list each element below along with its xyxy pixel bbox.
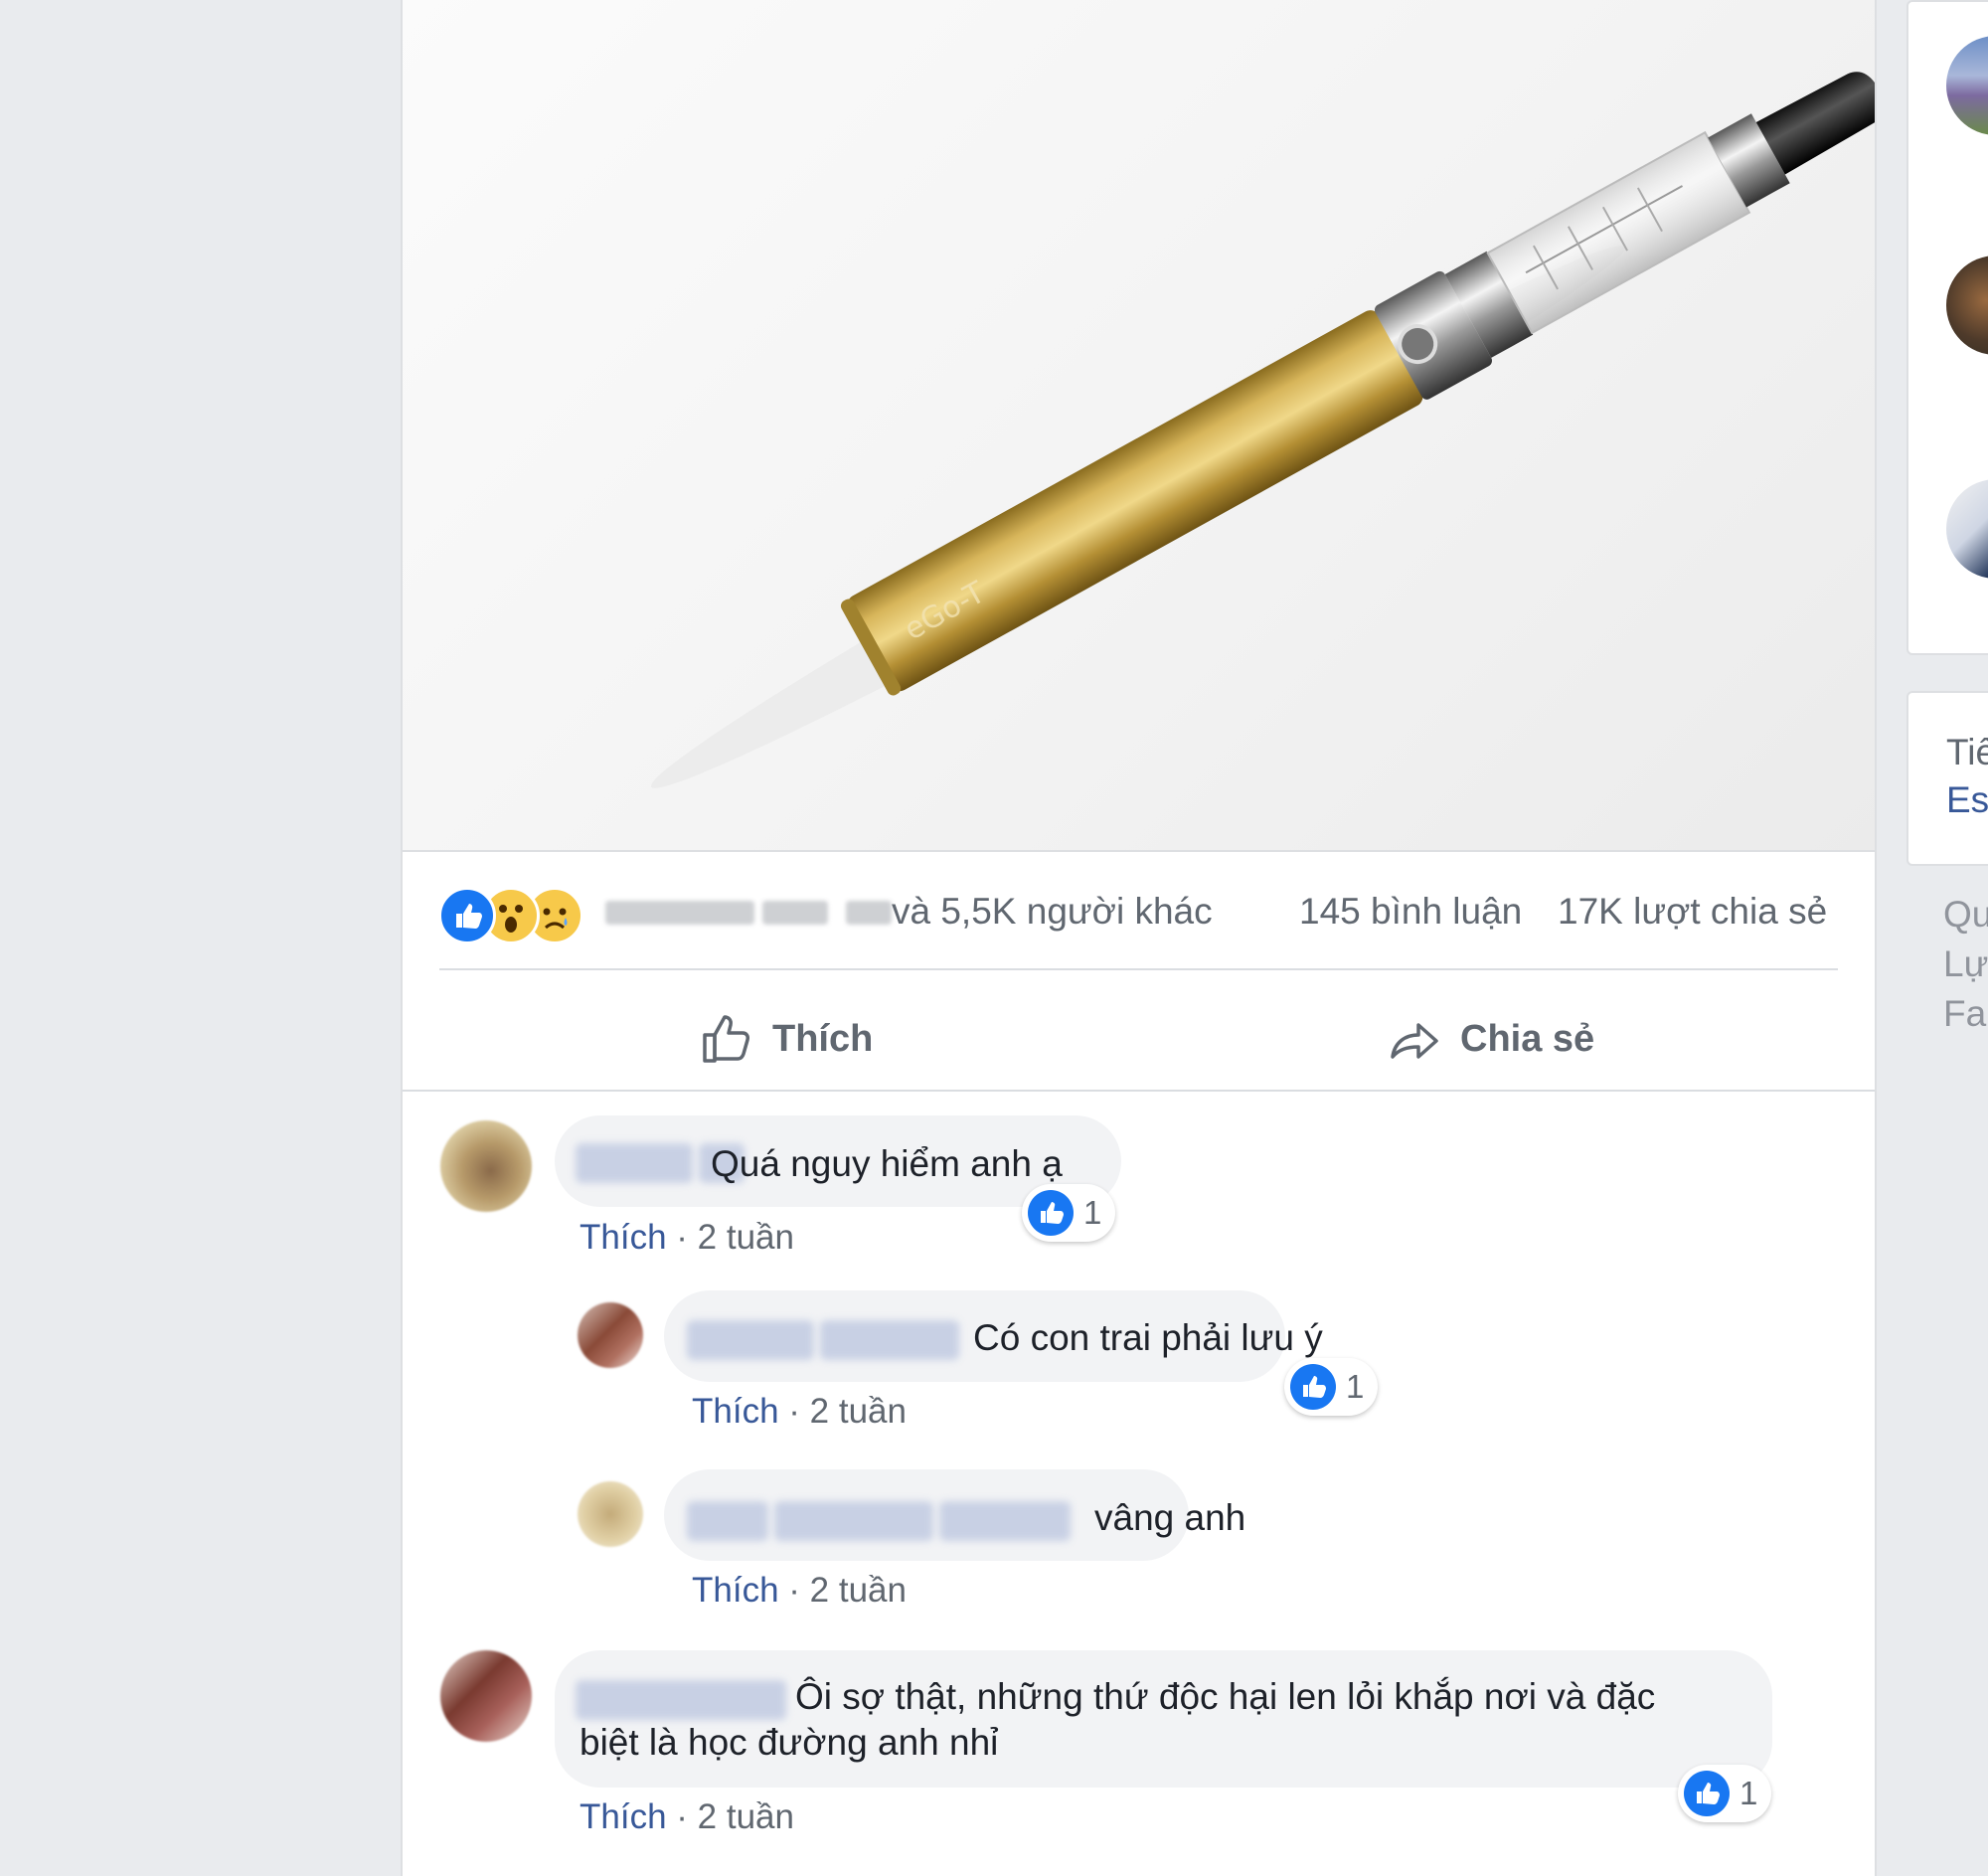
sidebar-info-card: Tiế Esp <box>1906 691 1988 866</box>
comment-reaction-badge[interactable]: 1 <box>1284 1358 1379 1416</box>
like-icon <box>1290 1364 1336 1410</box>
commenter-name-blurred[interactable] <box>576 1680 786 1720</box>
commenter-name-blurred[interactable] <box>939 1501 1071 1541</box>
sidebar-card-text: Tiế <box>1946 732 1988 772</box>
blurred-name <box>846 901 892 925</box>
share-button-label: Chia sẻ <box>1460 1017 1595 1060</box>
commenter-name-blurred[interactable] <box>687 1501 768 1541</box>
commenter-name-blurred[interactable] <box>687 1320 814 1360</box>
separator: · <box>788 1571 800 1610</box>
reaction-count: 1 <box>1346 1368 1365 1405</box>
commenter-avatar[interactable] <box>578 1481 643 1547</box>
comment-timestamp[interactable]: 2 tuần <box>698 1218 794 1257</box>
comment-timestamp[interactable]: 2 tuần <box>810 1392 907 1431</box>
contact-avatar[interactable] <box>1946 256 1988 355</box>
commenter-name-blurred[interactable] <box>820 1320 959 1360</box>
comment-like-link[interactable]: Thích <box>580 1218 667 1257</box>
sidebar-card-link[interactable]: Esp <box>1946 776 1988 824</box>
comment-meta: Thích · 2 tuần <box>580 1797 794 1837</box>
commenter-avatar[interactable] <box>440 1120 532 1212</box>
commenter-name-blurred[interactable] <box>576 1143 693 1183</box>
separator: · <box>676 1797 688 1836</box>
comment-timestamp[interactable]: 2 tuần <box>810 1571 907 1610</box>
comments-count[interactable]: 145 bình luận <box>1299 891 1522 933</box>
comment-reaction-badge[interactable]: 1 <box>1022 1184 1116 1242</box>
blurred-name <box>605 901 754 925</box>
post-card: eGo-T và 5,5K người khác 145 bình luận 1… <box>401 0 1877 1876</box>
sidebar-footer-line[interactable]: Qu <box>1943 891 1988 938</box>
share-arrow-icon <box>1391 1023 1438 1059</box>
sidebar-footer-line[interactable]: Lự <box>1943 940 1988 988</box>
like-icon <box>1028 1190 1074 1236</box>
comment-like-link[interactable]: Thích <box>580 1797 667 1836</box>
contact-avatar[interactable] <box>1946 36 1988 135</box>
reactors-text[interactable]: và 5,5K người khác <box>892 891 1213 933</box>
comment-text-line2: biệt là học đường anh nhỉ <box>580 1722 999 1763</box>
like-reaction-icon <box>438 887 496 944</box>
blurred-name <box>762 901 828 925</box>
comment-text: Quá nguy hiểm anh ạ <box>711 1143 1063 1184</box>
divider <box>439 968 1838 970</box>
like-button[interactable]: Thích <box>699 1004 873 1074</box>
comment-text-line1: Ôi sợ thật, những thứ độc hại len lỏi kh… <box>795 1676 1656 1717</box>
commenter-avatar[interactable] <box>440 1650 532 1742</box>
share-button[interactable]: Chia sẻ <box>1387 1004 1594 1074</box>
comment-like-link[interactable]: Thích <box>692 1392 779 1431</box>
comment-like-link[interactable]: Thích <box>692 1571 779 1610</box>
comment-meta: Thích · 2 tuần <box>580 1218 794 1258</box>
comment-meta: Thích · 2 tuần <box>692 1571 907 1611</box>
separator: · <box>788 1392 800 1431</box>
like-icon <box>1684 1771 1730 1816</box>
commenter-name-blurred[interactable] <box>774 1501 933 1541</box>
comment-reaction-badge[interactable]: 1 <box>1678 1765 1772 1822</box>
comment-text: Có con trai phải lưu ý <box>973 1317 1323 1358</box>
vape-pen-image: eGo-T <box>650 72 1875 788</box>
post-photo[interactable]: eGo-T <box>403 0 1875 852</box>
contact-avatar[interactable] <box>1946 479 1988 579</box>
separator: · <box>676 1218 688 1257</box>
sidebar-contacts-card <box>1906 0 1988 655</box>
shares-count[interactable]: 17K lượt chia sẻ <box>1558 891 1827 933</box>
divider <box>403 1090 1875 1092</box>
reaction-count: 1 <box>1740 1775 1758 1811</box>
comment-timestamp[interactable]: 2 tuần <box>698 1797 794 1836</box>
thumbs-up-icon <box>703 1015 749 1063</box>
comment-meta: Thích · 2 tuần <box>692 1392 907 1432</box>
commenter-avatar[interactable] <box>578 1302 643 1368</box>
reactions-summary[interactable]: và 5,5K người khác 145 bình luận 17K lượ… <box>438 883 1840 944</box>
sidebar-footer-line[interactable]: Fa <box>1943 990 1986 1038</box>
like-button-label: Thích <box>772 1017 874 1060</box>
reaction-count: 1 <box>1083 1194 1102 1231</box>
comment-text: vâng anh <box>1094 1497 1246 1538</box>
